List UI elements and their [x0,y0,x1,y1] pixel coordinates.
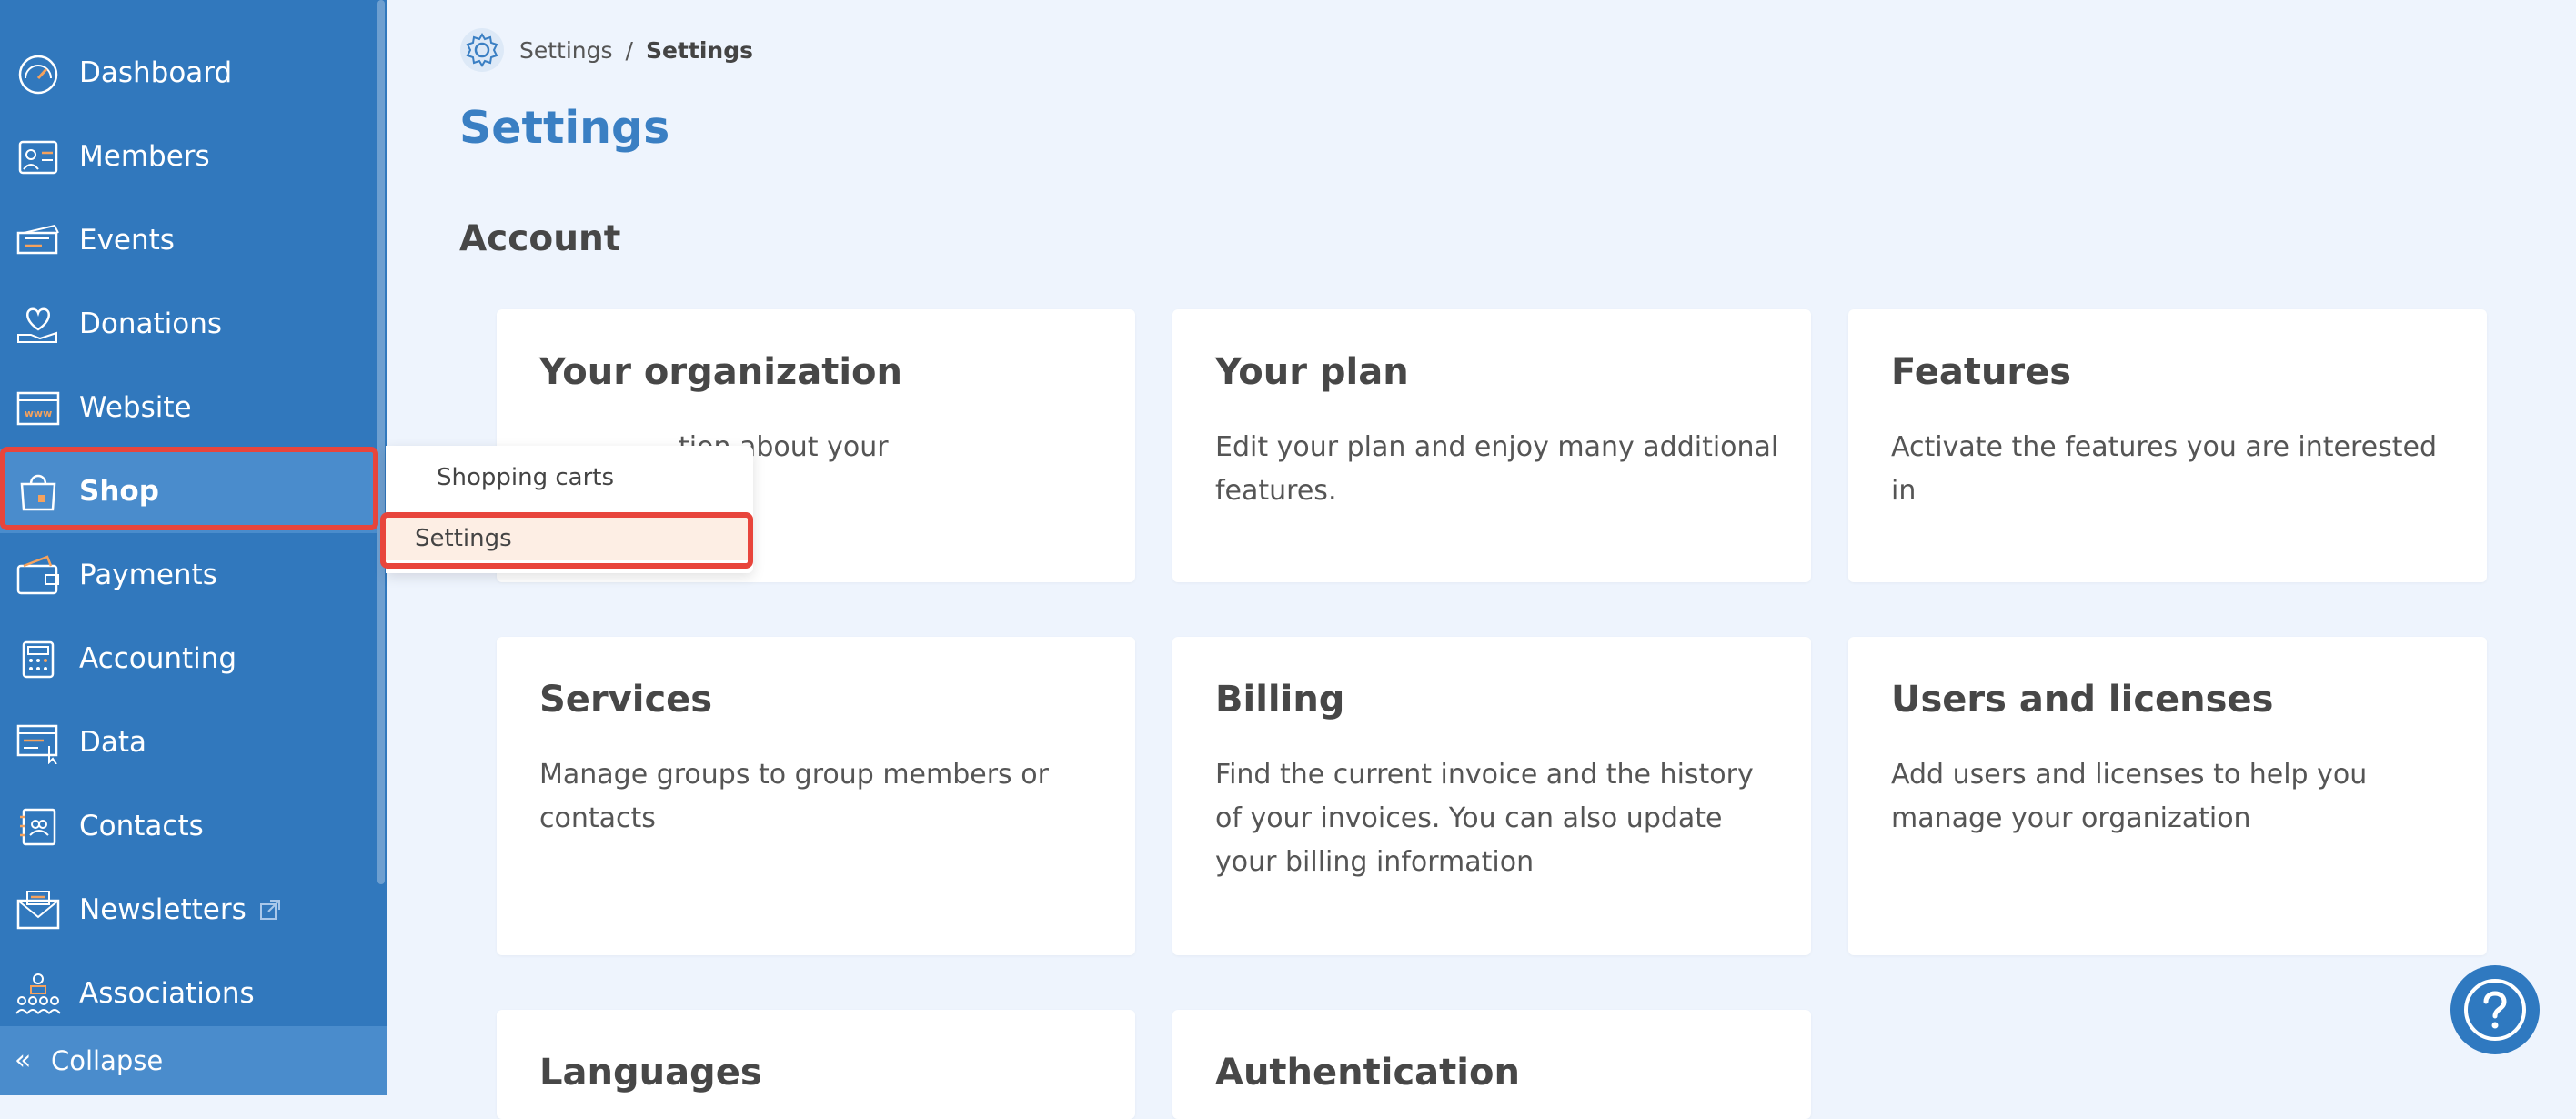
external-link-icon [259,870,281,953]
card-title: Billing [1215,679,1345,721]
sidebar-item-label: Events [79,224,175,257]
breadcrumb-parent[interactable]: Settings [519,37,613,64]
section-title: Account [459,218,621,259]
sidebar-item-payments[interactable]: Payments [0,533,378,617]
sidebar-item-data[interactable]: Data [0,701,378,784]
sidebar-item-label: Website [79,391,192,424]
card-authentication[interactable]: Authentication [1172,1010,1811,1119]
card-description: Find the current invoice and the history… [1215,759,1754,878]
newsletters-text: Newsletters [79,893,247,926]
card-services[interactable]: Services Manage groups to group members … [497,637,1135,955]
shop-submenu: Shopping carts Settings [386,446,753,573]
sidebar-item-label: Newsletters [79,868,281,953]
sidebar-item-label: Shop [79,475,159,508]
sidebar-item-website[interactable]: www Website [0,366,378,449]
submenu-item-label: Settings [415,525,512,552]
card-title: Your plan [1215,351,1409,393]
sidebar-item-label: Members [79,140,210,173]
sidebar-item-label: Accounting [79,642,237,675]
sidebar-scrollbar[interactable] [377,0,385,884]
sidebar-item-label: Dashboard [79,56,233,89]
collapse-label: Collapse [51,1045,164,1076]
sidebar-item-contacts[interactable]: Contacts [0,784,378,868]
sidebar-item-members[interactable]: Members [0,115,378,198]
sidebar-item-dashboard[interactable]: Dashboard [0,31,378,115]
sidebar-item-associations[interactable]: Associations [0,952,378,1035]
submenu-item-shopping-carts[interactable]: Shopping carts [400,455,739,500]
card-languages[interactable]: Languages [497,1010,1135,1119]
breadcrumb-current: Settings [645,36,753,64]
card-description: Activate the features you are interested… [1891,431,2438,507]
card-title: Your organization [539,351,902,393]
sidebar: Dashboard Members Events Donations www W… [0,0,387,1095]
sidebar-item-shop[interactable]: Shop [0,449,378,533]
speedometer-icon [13,51,64,95]
card-users-and-licenses[interactable]: Users and licenses Add users and license… [1848,637,2487,955]
help-button[interactable] [2450,965,2540,1054]
card-your-plan[interactable]: Your plan Edit your plan and enjoy many … [1172,309,1811,582]
envelope-icon [13,888,64,932]
breadcrumb-separator: / [625,36,633,64]
svg-text:www: www [25,408,53,419]
browser-icon: www [13,386,64,429]
contacts-book-icon [13,804,64,848]
data-chart-icon [13,721,64,764]
double-chevron-left-icon: « [15,1044,32,1076]
submenu-item-label: Shopping carts [437,464,615,491]
sidebar-item-accounting[interactable]: Accounting [0,617,378,701]
collapse-button[interactable]: « Collapse [0,1026,387,1095]
sidebar-item-label: Payments [79,559,217,591]
sidebar-item-donations[interactable]: Donations [0,282,378,366]
card-billing[interactable]: Billing Find the current invoice and the… [1172,637,1811,955]
sidebar-item-events[interactable]: Events [0,198,378,282]
card-title: Users and licenses [1891,679,2274,721]
heart-hand-icon [13,302,64,346]
sidebar-item-label: Associations [79,977,255,1010]
sidebar-item-label: Data [79,726,147,759]
people-network-icon [13,972,64,1015]
sidebar-item-newsletters[interactable]: Newsletters [0,868,378,952]
calculator-icon [13,637,64,680]
shopping-bag-icon [13,469,64,513]
sidebar-item-label: Contacts [79,810,204,842]
card-features[interactable]: Features Activate the features you are i… [1848,309,2487,582]
tickets-icon [13,218,64,262]
page-title: Settings [459,102,670,154]
card-description: Manage groups to group members or contac… [539,759,1049,834]
card-title: Features [1891,351,2072,393]
submenu-item-settings[interactable]: Settings [386,517,753,560]
card-description: Edit your plan and enjoy many additional… [1215,431,1779,507]
card-title: Languages [539,1052,762,1094]
card-title: Services [539,679,713,721]
sidebar-item-label: Donations [79,307,223,340]
card-description: Add users and licenses to help you manag… [1891,759,2368,834]
wallet-icon [13,553,64,597]
gear-icon [460,28,504,72]
question-mark-icon [2464,979,2526,1041]
card-title: Authentication [1215,1052,1520,1094]
breadcrumb: Settings / Settings [459,27,753,73]
id-card-icon [13,135,64,178]
